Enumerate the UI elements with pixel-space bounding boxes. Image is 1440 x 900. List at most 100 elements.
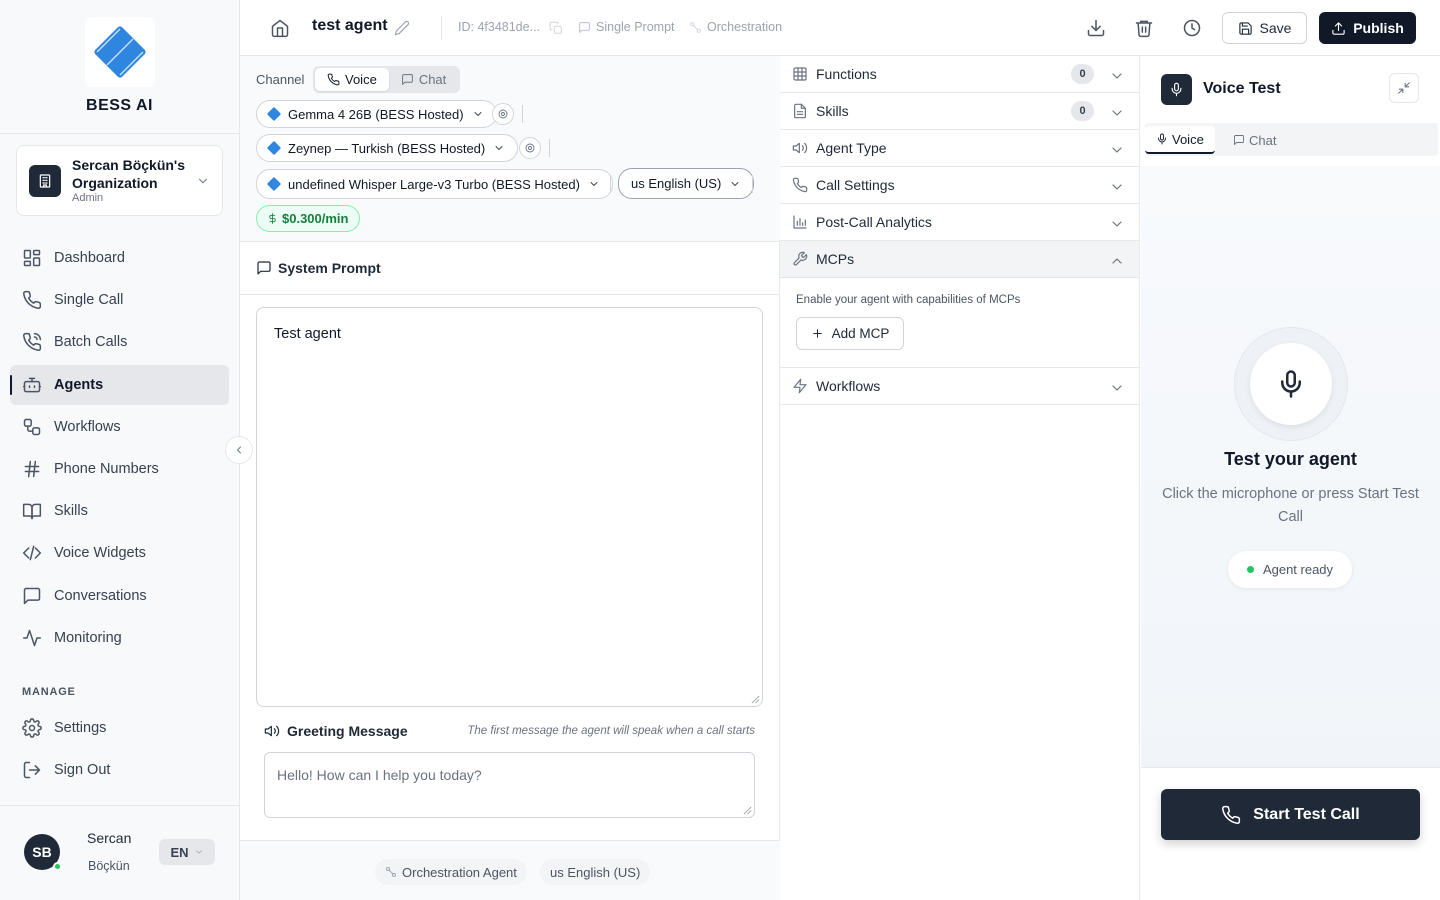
voice-test-panel: Voice Test Voice Chat Test your agent Cl… — [1141, 56, 1440, 900]
gear-icon — [22, 718, 42, 738]
channel-toggle: Voice Chat — [313, 66, 460, 93]
nav-item-settings[interactable]: Settings — [10, 708, 229, 748]
top-bar: test agent ID: 4f3481de... Single Prompt… — [240, 0, 1440, 56]
accordion-functions[interactable]: Functions 0 — [780, 56, 1139, 93]
status-badge: Agent ready — [1228, 551, 1352, 588]
download-icon[interactable] — [1086, 18, 1106, 38]
mcp-description: Enable your agent with capabilities of M… — [796, 294, 1021, 306]
nav-label: Voice Widgets — [54, 545, 146, 562]
message-square-icon — [257, 261, 271, 275]
channel-voice-tab[interactable]: Voice — [315, 68, 389, 91]
nav-item-monitoring[interactable]: Monitoring — [10, 618, 229, 658]
trash-icon[interactable] — [1134, 18, 1154, 38]
nav-item-conversations[interactable]: Conversations — [10, 576, 229, 616]
accordion-workflows[interactable]: Workflows — [780, 368, 1139, 405]
tag-label: Orchestration — [707, 20, 783, 34]
org-role: Admin — [72, 192, 104, 204]
phone-icon — [327, 73, 340, 86]
table-icon — [793, 67, 807, 81]
language-code: EN — [170, 844, 189, 860]
file-icon — [794, 103, 806, 119]
nav-item-workflows[interactable]: Workflows — [10, 407, 229, 447]
chevron-down-icon — [1112, 221, 1122, 227]
nav-item-phone-numbers[interactable]: Phone Numbers — [10, 449, 229, 489]
start-test-call-button[interactable]: Start Test Call — [1161, 789, 1420, 840]
status-text: Agent ready — [1262, 562, 1334, 577]
system-prompt-title: System Prompt — [278, 260, 381, 276]
copy-icon[interactable] — [549, 21, 563, 35]
add-mcp-button[interactable]: Add MCP — [796, 317, 904, 350]
building-icon — [29, 164, 61, 197]
nav-item-agents[interactable]: Agents — [10, 364, 229, 405]
count-badge: 0 — [1071, 64, 1094, 84]
nav-item-voice-widgets[interactable]: Voice Widgets — [10, 533, 229, 573]
divider — [441, 16, 442, 40]
stt-model-value: undefined Whisper Large-v3 Turbo (BESS H… — [288, 176, 580, 192]
language-select[interactable]: us English (US) — [618, 168, 755, 199]
dollar-icon — [269, 213, 276, 224]
gear-icon — [525, 143, 535, 153]
org-name: Sercan Böçkün's Organization — [72, 157, 186, 191]
config-accordion: Functions 0 Skills 0 Agent Type Call Set… — [780, 56, 1140, 900]
tts-voice-select[interactable]: Zeynep — Turkish (BESS Hosted) — [256, 134, 519, 162]
greeting-message-input[interactable]: Hello! How can I help you today? — [264, 752, 755, 818]
system-prompt-header: System Prompt — [240, 242, 780, 295]
bess-diamond-icon — [266, 106, 282, 122]
divider — [610, 175, 611, 193]
save-button[interactable]: Save — [1222, 12, 1307, 44]
tts-settings-button[interactable] — [519, 137, 541, 159]
sidebar: BESS AI Sercan Böçkün's Organization Adm… — [0, 0, 240, 900]
bess-logo-icon[interactable] — [84, 17, 155, 87]
accordion-post-call-analytics[interactable]: Post-Call Analytics — [780, 204, 1139, 241]
publish-button[interactable]: Publish — [1319, 12, 1416, 44]
resize-handle-icon[interactable] — [751, 695, 760, 704]
llm-settings-button[interactable] — [492, 103, 514, 125]
price-badge: $0.300/min — [256, 205, 360, 232]
collapse-sidebar-button[interactable] — [225, 436, 253, 464]
tab-chat[interactable]: Chat — [1222, 126, 1287, 154]
user-first-name: Sercan — [87, 830, 132, 846]
system-prompt-input[interactable]: Test agent — [256, 307, 763, 707]
llm-model-select[interactable]: Gemma 4 26B (BESS Hosted) — [256, 100, 497, 128]
nav-item-sign-out[interactable]: Sign Out — [10, 750, 229, 790]
brand-name: BESS AI — [86, 97, 153, 114]
nav-label: Workflows — [54, 418, 121, 435]
home-icon[interactable] — [270, 18, 290, 38]
channel-chat-tab[interactable]: Chat — [389, 68, 458, 91]
resize-handle-icon[interactable] — [743, 806, 752, 815]
chevron-down-icon — [1112, 110, 1122, 116]
start-test-call-label: Start Test Call — [1253, 805, 1360, 823]
nav-item-skills[interactable]: Skills — [10, 491, 229, 531]
voice-test-footer: Start Test Call — [1141, 767, 1440, 900]
org-switcher[interactable]: Sercan Böçkün's Organization Admin — [16, 145, 223, 216]
agent-name: test agent — [312, 17, 388, 34]
chevron-down-icon — [1112, 184, 1122, 190]
message-icon — [1234, 135, 1244, 145]
sign-out-icon — [23, 761, 41, 779]
minimize-panel-button[interactable] — [1389, 73, 1419, 103]
accordion-label: Workflows — [816, 378, 881, 394]
accordion-call-settings[interactable]: Call Settings — [780, 167, 1139, 204]
phone-icon — [1222, 805, 1241, 824]
history-icon[interactable] — [1182, 18, 1202, 38]
nav-item-single-call[interactable]: Single Call — [10, 280, 229, 320]
language-switcher[interactable]: EN — [159, 839, 215, 865]
tab-voice[interactable]: Voice — [1145, 126, 1215, 154]
microphone-button[interactable] — [1250, 343, 1332, 425]
nav-label: Agents — [54, 376, 104, 393]
save-label: Save — [1259, 20, 1292, 36]
nav-item-batch-calls[interactable]: Batch Calls — [10, 322, 229, 362]
add-mcp-label: Add MCP — [831, 326, 890, 341]
phone-icon — [792, 177, 808, 193]
voice-test-subtitle: Click the microphone or press Start Test… — [1162, 486, 1419, 525]
accordion-mcps[interactable]: MCPs — [780, 241, 1139, 278]
bot-icon — [22, 377, 42, 392]
voice-test-tabs: Voice Chat — [1145, 123, 1438, 156]
accordion-skills[interactable]: Skills 0 — [780, 93, 1139, 130]
wrench-icon — [793, 251, 808, 266]
pencil-icon[interactable] — [394, 20, 410, 36]
nav-item-dashboard[interactable]: Dashboard — [10, 238, 229, 278]
lightning-icon — [793, 378, 807, 394]
stt-model-select[interactable]: undefined Whisper Large-v3 Turbo (BESS H… — [256, 169, 613, 199]
accordion-agent-type[interactable]: Agent Type — [780, 130, 1139, 167]
